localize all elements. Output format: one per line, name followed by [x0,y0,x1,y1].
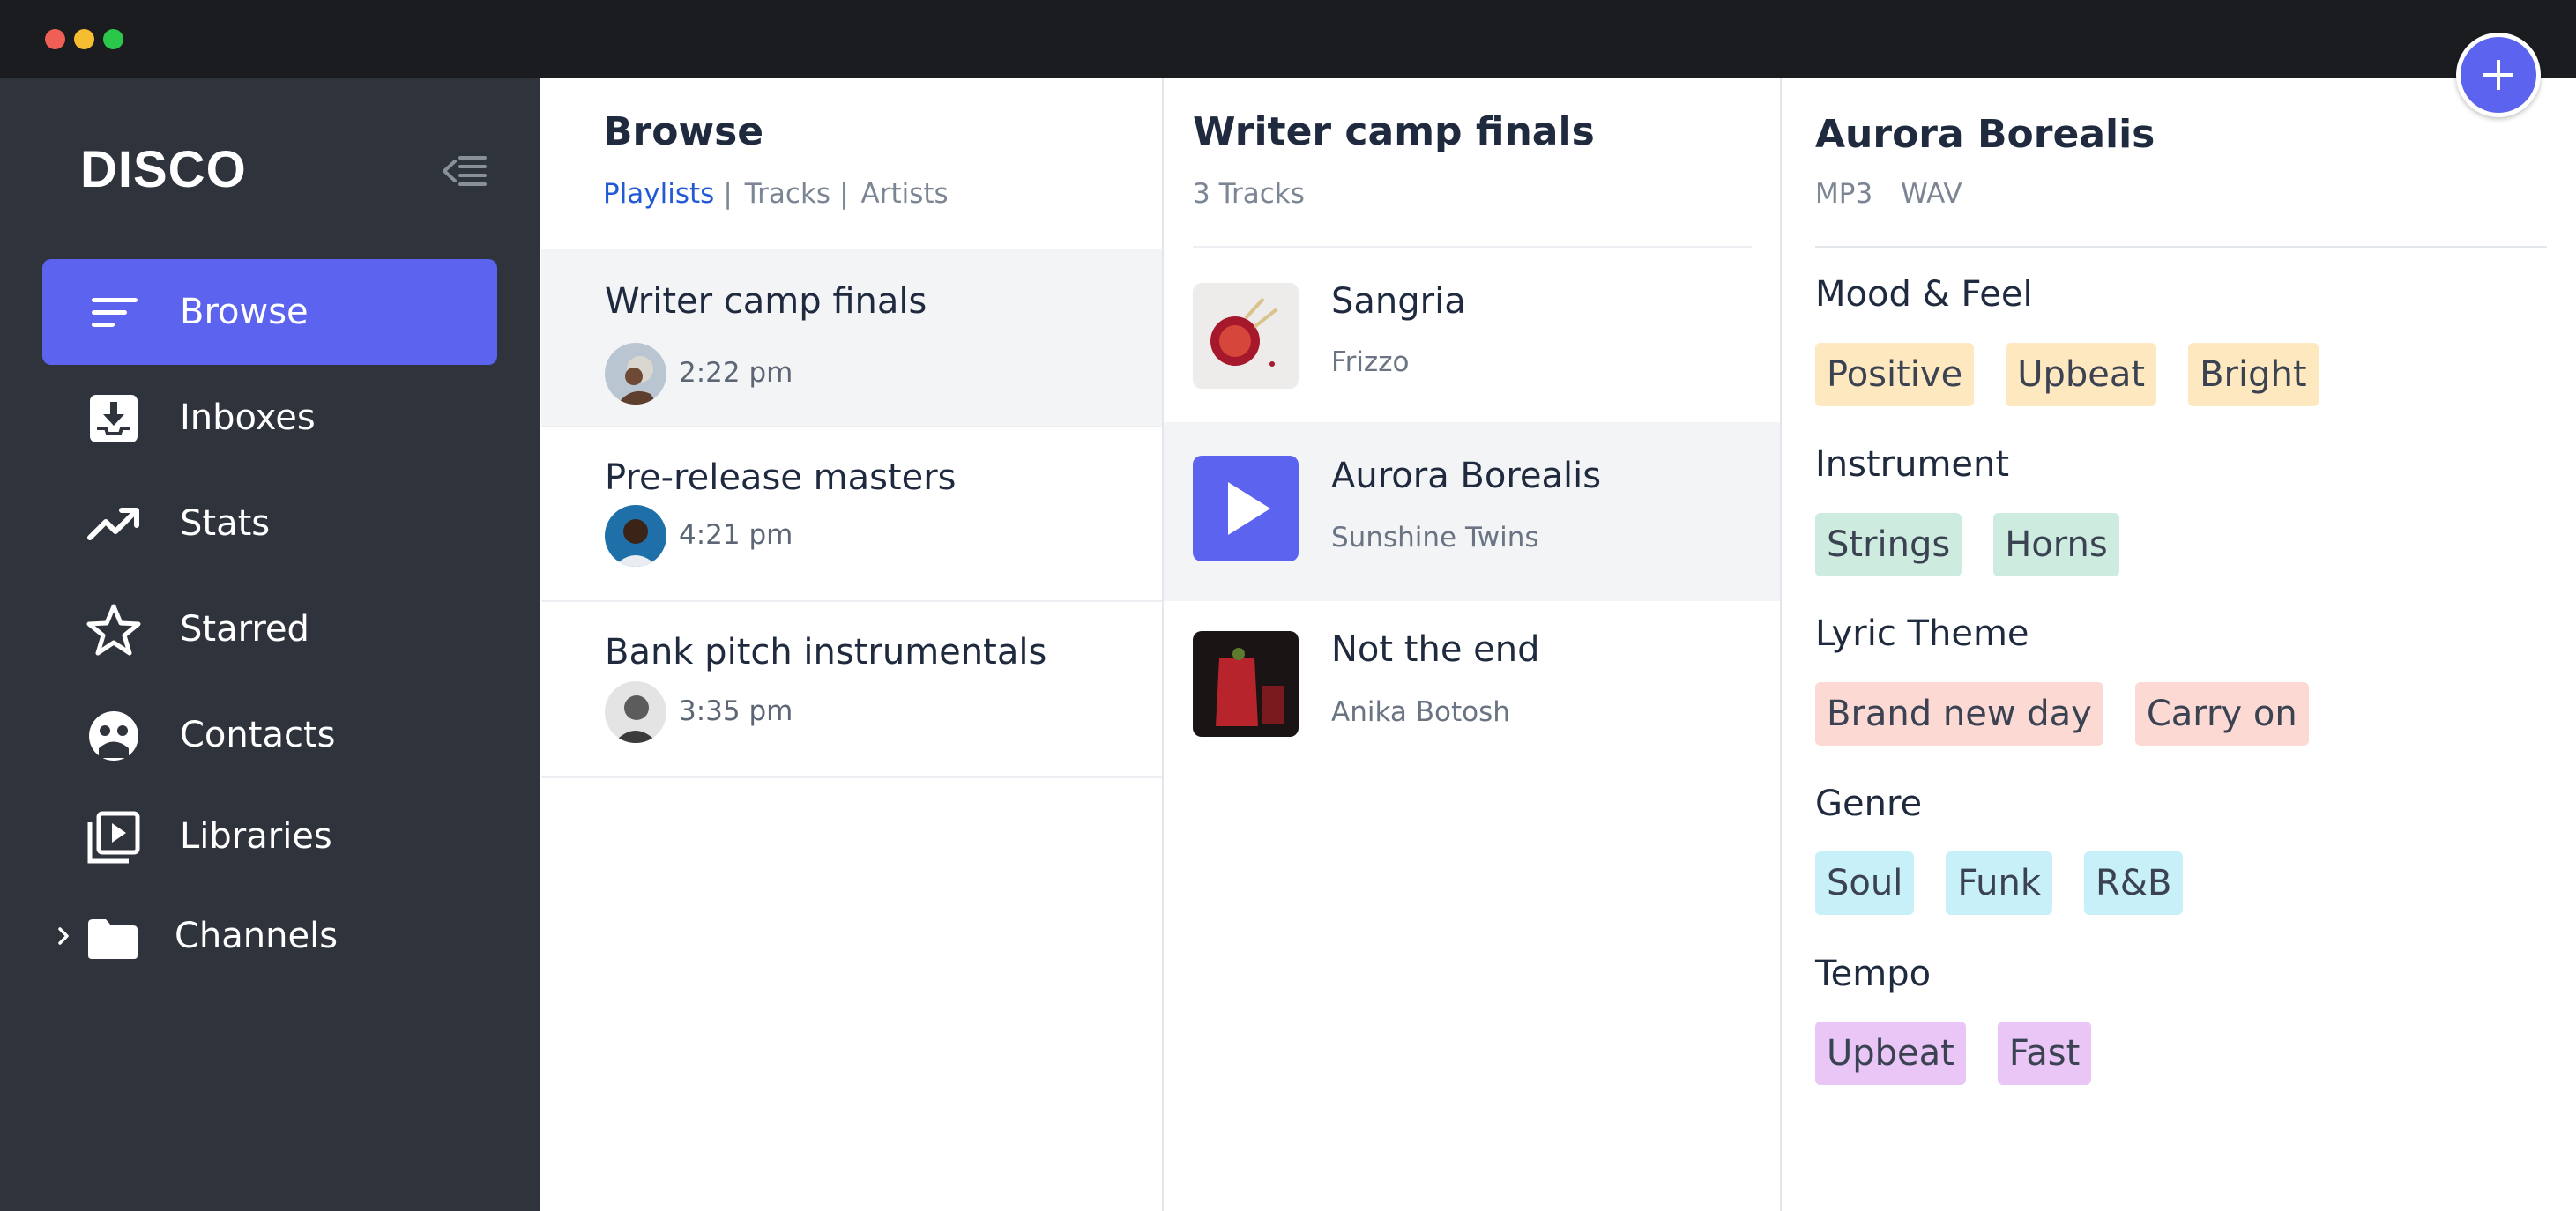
inbox-download-icon [90,395,138,442]
sidebar-item-label: Browse [180,292,309,332]
track-row-not-the-end[interactable]: Not the end Anika Botosh [1164,601,1780,777]
avatar [605,681,666,743]
playlist-time: 2:22 pm [679,357,793,389]
playlist-time: 3:35 pm [679,695,793,727]
tag-chip[interactable]: Brand new day [1815,682,2103,746]
playlist-title: Pre-release masters [605,457,957,498]
sidebar-item-label: Stats [180,503,271,544]
contacts-face-icon [89,711,138,761]
tag-chip[interactable]: Upbeat [1815,1022,1966,1085]
tab-separator: | [839,178,849,210]
star-icon [86,604,141,656]
play-button[interactable] [1193,456,1299,561]
row-divider [541,776,1162,778]
collapse-sidebar-icon[interactable] [443,152,488,189]
track-artist: Anika Botosh [1331,696,1510,728]
tag-chip[interactable]: R&B [2084,851,2184,915]
sidebar-item-label: Inboxes [180,397,316,438]
tag-chip[interactable]: Upbeat [2006,343,2157,406]
sidebar-item-contacts[interactable]: Contacts [42,682,497,788]
close-window-button[interactable] [45,29,65,49]
sidebar-item-label: Starred [180,609,309,650]
library-play-icon [87,811,140,864]
track-artist: Sunshine Twins [1331,522,1539,553]
tag-chip[interactable]: Soul [1815,851,1915,915]
sidebar-item-channels[interactable]: Channels [46,899,501,978]
chevron-right-icon[interactable] [53,918,74,954]
sidebar-item-stats[interactable]: Stats [42,471,497,576]
format-list: MP3 WAV [1815,178,1962,210]
header-divider [1815,246,2547,248]
tag-list-lyric-theme: Brand new day Carry on [1815,682,2309,746]
category-label-tempo: Tempo [1815,954,1932,994]
tab-artists[interactable]: Artists [861,178,949,210]
playlist-title-header: Writer camp finals [1193,109,1595,154]
avatar [605,505,666,567]
track-artwork [1193,631,1299,737]
category-label-genre: Genre [1815,784,1923,824]
track-row-sangria[interactable]: Sangria Frizzo [1164,248,1780,422]
tag-list-genre: Soul Funk R&B [1815,851,2184,915]
category-label-mood: Mood & Feel [1815,274,2033,315]
sidebar-item-inboxes[interactable]: Inboxes [42,365,497,471]
track-artwork [1193,283,1299,389]
trending-up-icon [87,508,139,540]
playlist-time: 4:21 pm [679,519,793,551]
tab-playlists[interactable]: Playlists [603,178,714,210]
play-icon [1228,482,1270,535]
tag-chip[interactable]: Bright [2188,343,2319,406]
minimize-window-button[interactable] [74,29,94,49]
tag-list-tempo: Upbeat Fast [1815,1022,2092,1085]
tag-chip[interactable]: Fast [1997,1022,2092,1085]
browse-lines-icon [92,298,138,327]
category-label-instrument: Instrument [1815,444,2010,485]
tag-chip[interactable]: Strings [1815,513,1962,576]
playlist-title: Bank pitch instrumentals [605,632,1047,672]
track-detail-pane: Aurora Borealis MP3 WAV Mood & Feel Posit… [1782,78,2576,1211]
track-title: Sangria [1331,281,1466,322]
sidebar-item-libraries[interactable]: Libraries [42,784,497,889]
playlist-title: Writer camp finals [605,281,927,322]
browse-tabs: Playlists | Tracks | Artists [603,178,949,210]
playlist-row-pre-release-masters[interactable]: Pre-release masters 4:21 pm [541,427,1162,600]
sidebar: DISCO Browse Inboxes Stats Starred Conta… [0,78,540,1211]
format-mp3[interactable]: MP3 [1815,178,1872,210]
tab-tracks[interactable]: Tracks [745,178,830,210]
category-label-lyric-theme: Lyric Theme [1815,613,2029,654]
sidebar-item-browse[interactable]: Browse [42,259,497,365]
maximize-window-button[interactable] [103,29,123,49]
plus-icon [2483,60,2513,90]
track-row-aurora-borealis[interactable]: Aurora Borealis Sunshine Twins [1164,422,1780,601]
sidebar-item-label: Libraries [180,816,332,857]
track-title: Not the end [1331,629,1540,670]
track-title: Aurora Borealis [1331,456,1602,496]
track-artist: Frizzo [1331,346,1410,378]
sidebar-item-label: Channels [175,916,339,956]
tag-chip[interactable]: Horns [1993,513,2119,576]
tag-chip[interactable]: Positive [1815,343,1975,406]
sidebar-item-label: Contacts [180,715,336,755]
tab-separator: | [723,178,733,210]
tag-list-instrument: Strings Horns [1815,513,2119,576]
playlist-row-bank-pitch-instrumentals[interactable]: Bank pitch instrumentals 3:35 pm [541,602,1162,776]
sidebar-item-starred[interactable]: Starred [42,576,497,682]
tag-chip[interactable]: Funk [1946,851,2053,915]
window-titlebar [0,0,2576,78]
folder-icon [88,919,138,959]
track-count: 3 Tracks [1193,178,1305,210]
playlist-row-writer-camp-finals[interactable]: Writer camp finals 2:22 pm [541,249,1162,426]
tag-list-mood: Positive Upbeat Bright [1815,343,2319,406]
avatar [605,343,666,405]
add-button[interactable] [2456,33,2541,117]
tag-chip[interactable]: Carry on [2134,682,2309,746]
track-detail-title: Aurora Borealis [1815,112,2155,157]
app-logo: DISCO [80,141,247,198]
browse-title: Browse [603,109,764,154]
format-wav[interactable]: WAV [1901,178,1962,210]
